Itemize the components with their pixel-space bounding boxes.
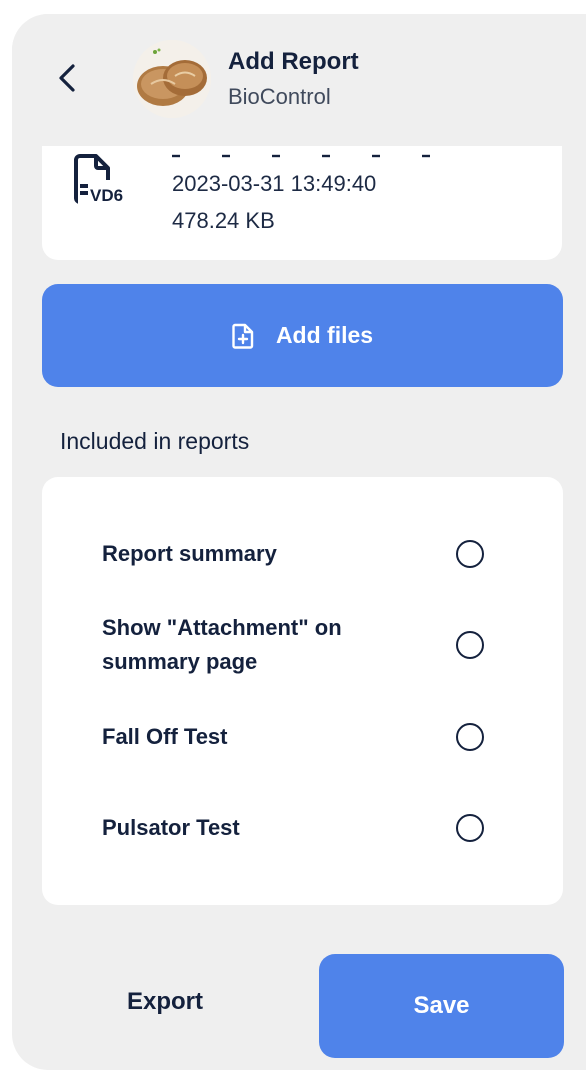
add-files-button[interactable]: Add files bbox=[42, 284, 563, 387]
option-label-show-attachment-line2: summary page bbox=[102, 649, 258, 674]
add-files-label: Add files bbox=[275, 322, 374, 348]
export-label: Export bbox=[126, 988, 203, 1015]
page-title: Add Report bbox=[228, 48, 359, 75]
option-label-show-attachment: Show "Attachment" on bbox=[102, 615, 342, 640]
avatar bbox=[133, 40, 211, 118]
save-button[interactable]: Save bbox=[319, 954, 564, 1058]
save-label: Save bbox=[413, 992, 470, 1019]
export-button[interactable]: Export bbox=[60, 950, 270, 1054]
bread-image bbox=[133, 40, 211, 118]
file-size: 478.24 KB bbox=[172, 208, 275, 233]
app-header: Add Report BioControl bbox=[12, 14, 586, 146]
report-screen: VD6 2023-03-31 13:49:40 478.24 KB Add Re… bbox=[12, 14, 586, 1070]
radio-pulsator-test[interactable] bbox=[456, 814, 484, 842]
file-date: 2023-03-31 13:49:40 bbox=[172, 171, 377, 196]
file-icon-badge: VD6 bbox=[90, 186, 123, 205]
option-label-fall-off-test: Fall Off Test bbox=[102, 724, 228, 749]
back-button[interactable] bbox=[50, 60, 84, 100]
section-title: Included in reports bbox=[60, 428, 250, 454]
radio-fall-off-test[interactable] bbox=[456, 723, 484, 751]
radio-show-attachment[interactable] bbox=[456, 631, 484, 659]
scrolled-text-fragment bbox=[172, 146, 452, 158]
report-options-card: Report summary Show "Attachment" on summ… bbox=[42, 477, 563, 905]
document-icon: VD6 bbox=[68, 150, 148, 214]
radio-report-summary[interactable] bbox=[456, 540, 484, 568]
option-label-pulsator-test: Pulsator Test bbox=[102, 815, 240, 840]
chevron-left-icon bbox=[56, 63, 78, 98]
file-plus-icon bbox=[232, 323, 254, 349]
option-label-report-summary: Report summary bbox=[102, 541, 277, 566]
page-subtitle: BioControl bbox=[228, 84, 331, 109]
